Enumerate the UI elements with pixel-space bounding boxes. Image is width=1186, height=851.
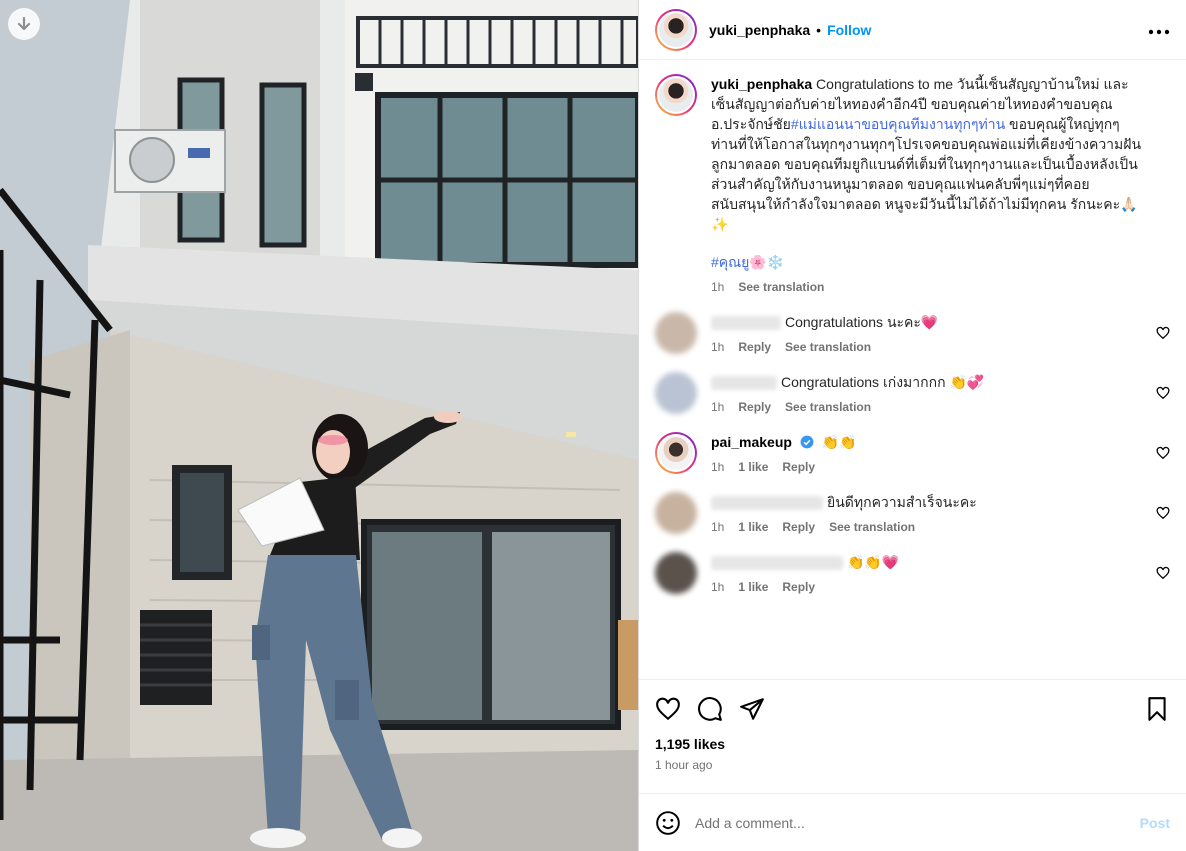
separator-dot: • (816, 21, 822, 38)
verified-badge-icon (800, 435, 814, 449)
caption-username[interactable]: yuki_penphaka (711, 76, 812, 92)
more-options-icon[interactable] (1148, 18, 1170, 41)
like-comment-heart-icon[interactable] (1156, 386, 1170, 400)
comment-time: 1h (711, 400, 725, 414)
comment-see-translation[interactable]: See translation (829, 520, 915, 534)
caption-text: yuki_penphaka Congratulations to me วันน… (711, 74, 1142, 234)
arrow-down-icon (17, 16, 31, 31)
comment-avatar-blurred[interactable] (655, 552, 697, 594)
download-button[interactable] (8, 8, 40, 40)
comments-list[interactable]: yuki_penphaka Congratulations to me วันน… (639, 60, 1186, 679)
caption-see-translation[interactable]: See translation (738, 280, 824, 294)
comment-item: Congratulations เก่งมากกก 👏💞 1h Reply Se… (655, 372, 1170, 414)
comment-reply-button[interactable]: Reply (782, 460, 815, 474)
comment-item: 👏👏💗 1h 1 like Reply (655, 552, 1170, 594)
like-comment-heart-icon[interactable] (1156, 326, 1170, 340)
post-side-panel: yuki_penphaka • Follow yuki_penphaka Con… (638, 0, 1186, 851)
comment-text: 👏👏 (821, 434, 857, 450)
comment-reply-button[interactable]: Reply (738, 340, 771, 354)
caption-avatar[interactable] (655, 74, 697, 116)
photo-scene (0, 0, 638, 851)
comment-text: Congratulations นะคะ💗 (785, 314, 939, 330)
comment-bubble-icon[interactable] (697, 696, 723, 722)
caption-hashtag-line[interactable]: #คุณยู🌸❄️ (711, 252, 1142, 272)
caption: yuki_penphaka Congratulations to me วันน… (655, 74, 1170, 294)
post-actions: 1,195 likes 1 hour ago (639, 679, 1186, 793)
likes-count[interactable]: 1,195 likes (655, 736, 1170, 752)
comment-see-translation[interactable]: See translation (785, 340, 871, 354)
like-comment-heart-icon[interactable] (1156, 446, 1170, 460)
like-heart-icon[interactable] (655, 696, 681, 722)
post-header: yuki_penphaka • Follow (639, 0, 1186, 60)
comment-text: Congratulations เก่งมากกก 👏💞 (781, 374, 985, 390)
comment-likes-count[interactable]: 1 like (738, 580, 768, 594)
posted-time[interactable]: 1 hour ago (655, 758, 1170, 772)
add-comment-bar: Post (639, 793, 1186, 851)
caption-meta: 1h See translation (711, 280, 1142, 294)
blurred-username[interactable] (711, 496, 823, 511)
follow-button[interactable]: Follow (827, 22, 871, 38)
blurred-username[interactable] (711, 556, 843, 571)
caption-hashtag-inline[interactable]: #แม่แอนนาขอบคุณทีมงานทุกๆท่าน (791, 116, 1005, 132)
comment-item: Congratulations นะคะ💗 1h Reply See trans… (655, 312, 1170, 354)
comment-reply-button[interactable]: Reply (782, 520, 815, 534)
comment-avatar-blurred[interactable] (655, 312, 697, 354)
comment-item: pai_makeup 👏👏 1h 1 like Reply (655, 432, 1170, 474)
share-paper-plane-icon[interactable] (739, 696, 765, 722)
comment-time: 1h (711, 340, 725, 354)
comment-see-translation[interactable]: See translation (785, 400, 871, 414)
caption-time: 1h (711, 280, 725, 294)
comment-likes-count[interactable]: 1 like (738, 460, 768, 474)
comment-time: 1h (711, 580, 725, 594)
comment-time: 1h (711, 460, 725, 474)
like-comment-heart-icon[interactable] (1156, 506, 1170, 520)
comment-reply-button[interactable]: Reply (782, 580, 815, 594)
post-comment-button[interactable]: Post (1140, 815, 1170, 831)
add-comment-input[interactable] (695, 814, 1140, 831)
comment-avatar[interactable] (655, 432, 697, 474)
comment-text: 👏👏💗 (847, 554, 900, 570)
comment-item: ยินดีทุกความสำเร็จนะคะ 1h 1 like Reply S… (655, 492, 1170, 534)
blurred-username[interactable] (711, 316, 781, 331)
comment-reply-button[interactable]: Reply (738, 400, 771, 414)
blurred-username[interactable] (711, 376, 777, 391)
emoji-smiley-icon[interactable] (655, 810, 681, 836)
comment-avatar-blurred[interactable] (655, 492, 697, 534)
author-username[interactable]: yuki_penphaka (709, 22, 810, 38)
comment-likes-count[interactable]: 1 like (738, 520, 768, 534)
author-avatar[interactable] (655, 8, 697, 51)
save-bookmark-icon[interactable] (1144, 696, 1170, 722)
comment-time: 1h (711, 520, 725, 534)
post-photo (0, 0, 638, 851)
like-comment-heart-icon[interactable] (1156, 566, 1170, 580)
caption-body-2: ขอบคุณผู้ใหญ่ทุกๆท่านที่ให้โอกาสในทุกๆงา… (711, 116, 1142, 232)
comment-text: ยินดีทุกความสำเร็จนะคะ (827, 494, 977, 510)
comment-avatar-blurred[interactable] (655, 372, 697, 414)
comment-username[interactable]: pai_makeup (711, 434, 792, 450)
